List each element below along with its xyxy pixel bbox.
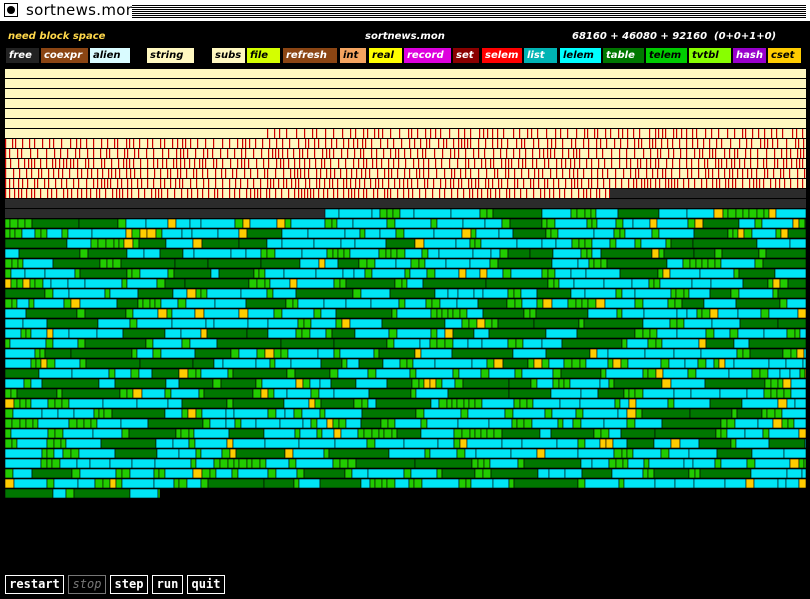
status-statistics: 68160 + 46080 + 92160 (0+0+1+0): [572, 31, 777, 42]
quit-button[interactable]: quit: [187, 575, 225, 594]
title-bar: sortnews.mon: [0, 0, 810, 22]
legend-lelem: lelem: [559, 47, 602, 64]
restart-button[interactable]: restart: [5, 575, 64, 594]
status-message: need block space: [8, 31, 106, 42]
legend-refresh: refresh: [282, 47, 338, 64]
legend-set: set: [452, 47, 480, 64]
close-box-icon[interactable]: [4, 3, 18, 17]
legend-cset: cset: [767, 47, 802, 64]
heap-canvas[interactable]: [5, 69, 806, 514]
legend-file: file: [246, 47, 281, 64]
legend-alien: alien: [89, 47, 131, 64]
legend-tvtbl: tvtbl: [688, 47, 732, 64]
legend-coexpr: coexpr: [40, 47, 89, 64]
window-title: sortnews.mon: [26, 1, 136, 19]
legend-record: record: [403, 47, 452, 64]
legend-table: table: [602, 47, 645, 64]
legend-real: real: [368, 47, 403, 64]
color-legend: free coexpr alien string subs file refre…: [0, 47, 810, 65]
legend-subs: subs: [211, 47, 246, 64]
legend-hash: hash: [732, 47, 767, 64]
heap-memory-map[interactable]: [5, 69, 806, 514]
legend-string: string: [146, 47, 195, 64]
stop-button[interactable]: stop: [68, 575, 106, 594]
legend-list: list: [523, 47, 558, 64]
legend-telem: telem: [645, 47, 688, 64]
legend-int: int: [339, 47, 367, 64]
title-bar-stripes[interactable]: [132, 4, 806, 18]
status-filename: sortnews.mon: [365, 31, 445, 42]
run-button[interactable]: run: [152, 575, 183, 594]
legend-selem: selem: [481, 47, 523, 64]
legend-free: free: [5, 47, 40, 64]
step-button[interactable]: step: [110, 575, 148, 594]
